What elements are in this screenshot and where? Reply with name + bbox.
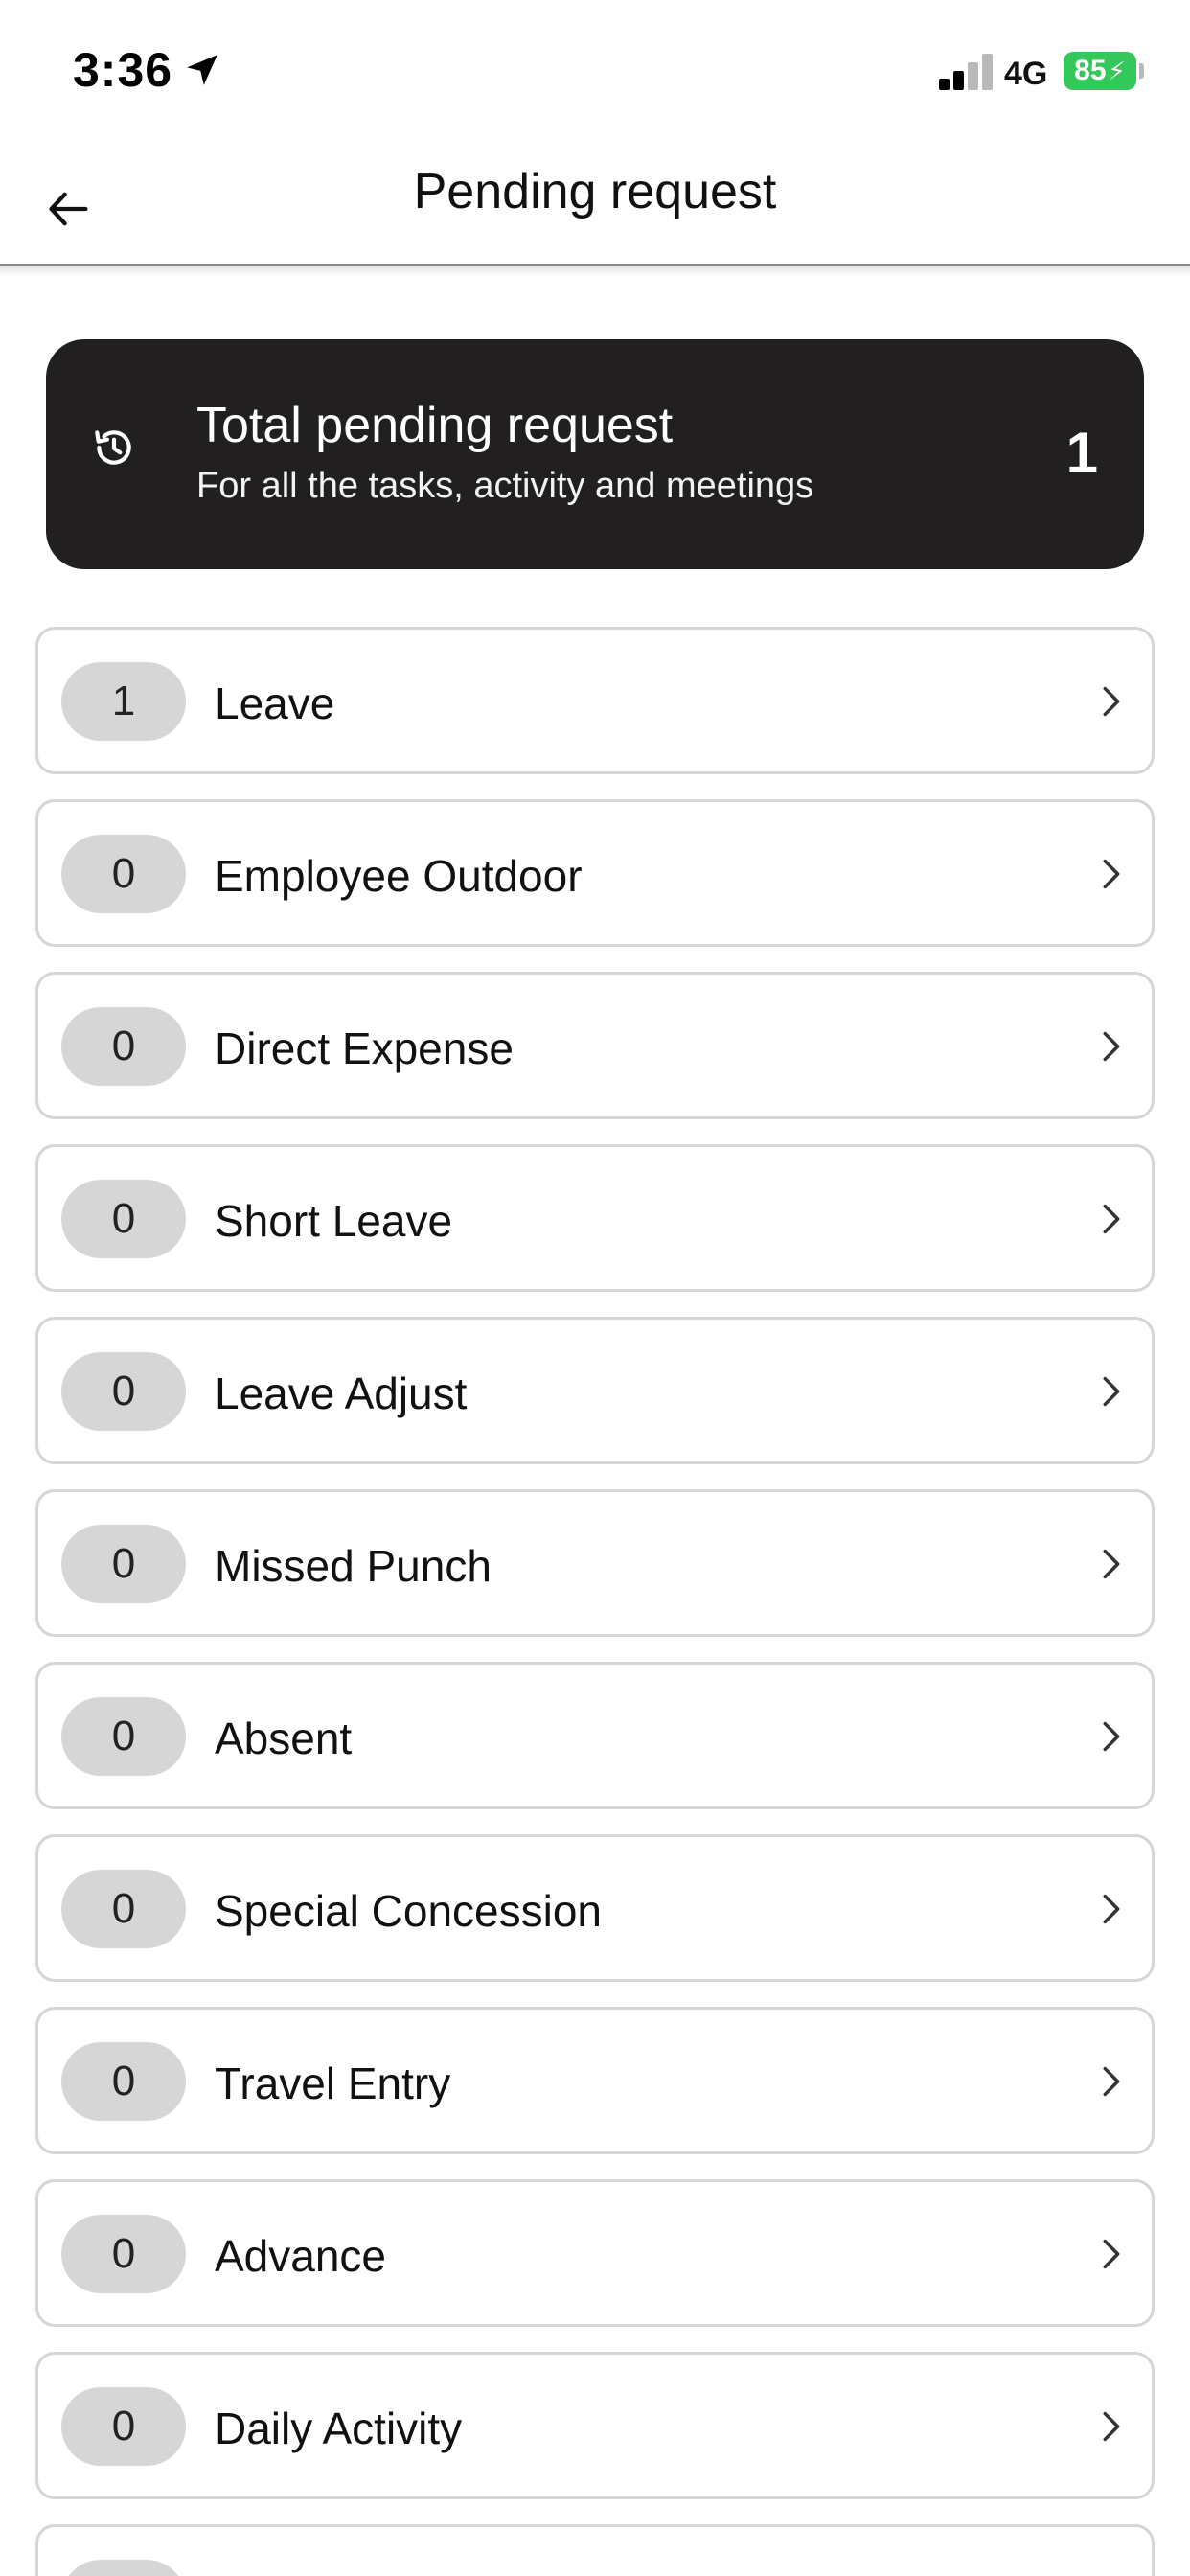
count-badge: 0 (61, 835, 186, 913)
request-item-missed-punch[interactable]: 0 Missed Punch (35, 1489, 1155, 1637)
back-button[interactable] (33, 172, 105, 245)
header-shadow (0, 266, 1190, 276)
count-badge: 1 (61, 662, 186, 741)
status-bar: 3:36 4G 85 ⚡ (0, 0, 1190, 144)
request-item-leave-adjust[interactable]: 0 Leave Adjust (35, 1317, 1155, 1464)
count-badge: 0 (61, 1180, 186, 1258)
request-label: Travel Entry (215, 2058, 451, 2108)
summary-subtitle: For all the tasks, activity and meetings (196, 466, 814, 506)
status-time: 3:36 (73, 43, 173, 97)
charging-bolt-icon: ⚡ (1108, 56, 1126, 85)
location-arrow-icon (187, 55, 217, 85)
count-badge: 0 (61, 1525, 186, 1603)
battery-nub (1139, 63, 1144, 79)
page-title: Pending request (413, 164, 777, 219)
chevron-right-icon (1103, 1721, 1120, 1752)
count-badge: 0 (61, 2042, 186, 2121)
network-type: 4G (1004, 56, 1048, 92)
count-badge: 0 (61, 1697, 186, 1776)
chevron-right-icon (1103, 1894, 1120, 1924)
pending-request-screen: 3:36 4G 85 ⚡ Pending request Total pendi… (0, 0, 1190, 2576)
count-badge: 0 (61, 1870, 186, 1948)
arrow-left-icon (49, 192, 88, 226)
request-label: Daily Activity (215, 2404, 463, 2453)
request-item-employee-outdoor[interactable]: 0 Employee Outdoor (35, 799, 1155, 947)
request-label: Direct Expense (215, 1024, 514, 1073)
request-label: Leave Adjust (215, 1368, 468, 1418)
count-badge: 0 (61, 1352, 186, 1431)
summary-title: Total pending request (196, 398, 674, 453)
request-item-direct-expense[interactable]: 0 Direct Expense (35, 972, 1155, 1119)
chevron-right-icon (1103, 2411, 1120, 2442)
request-item-partial[interactable] (35, 2524, 1155, 2576)
request-label: Leave (215, 678, 335, 728)
request-item-special-concession[interactable]: 0 Special Concession (35, 1834, 1155, 1982)
request-label: Special Concession (215, 1886, 603, 1936)
request-item-short-leave[interactable]: 0 Short Leave (35, 1144, 1155, 1292)
cellular-signal-icon (939, 52, 993, 90)
request-label: Absent (215, 1714, 353, 1763)
count-badge (61, 2560, 186, 2576)
count-badge: 0 (61, 2387, 186, 2466)
count-badge: 0 (61, 2215, 186, 2293)
history-icon (95, 430, 131, 465)
request-item-travel-entry[interactable]: 0 Travel Entry (35, 2007, 1155, 2154)
request-label: Advance (215, 2231, 387, 2281)
chevron-right-icon (1103, 1549, 1120, 1579)
count-badge: 0 (61, 1007, 186, 1086)
chevron-right-icon (1103, 1376, 1120, 1407)
request-label: Missed Punch (215, 1541, 492, 1591)
chevron-right-icon (1103, 686, 1120, 717)
chevron-right-icon (1103, 859, 1120, 889)
request-item-absent[interactable]: 0 Absent (35, 1662, 1155, 1809)
navigation-header: Pending request (0, 144, 1190, 264)
chevron-right-icon (1103, 1204, 1120, 1234)
chevron-right-icon (1103, 1031, 1120, 1062)
battery-icon: 85 ⚡ (1064, 52, 1136, 90)
request-item-leave[interactable]: 1 Leave (35, 627, 1155, 774)
chevron-right-icon (1103, 2066, 1120, 2097)
summary-count: 1 (1065, 421, 1098, 485)
battery-level: 85 (1074, 55, 1107, 86)
request-item-daily-activity[interactable]: 0 Daily Activity (35, 2352, 1155, 2499)
request-item-advance[interactable]: 0 Advance (35, 2179, 1155, 2327)
total-pending-card: Total pending request For all the tasks,… (46, 339, 1144, 569)
request-label: Short Leave (215, 1196, 453, 1246)
request-label: Employee Outdoor (215, 851, 583, 901)
chevron-right-icon (1103, 2239, 1120, 2269)
